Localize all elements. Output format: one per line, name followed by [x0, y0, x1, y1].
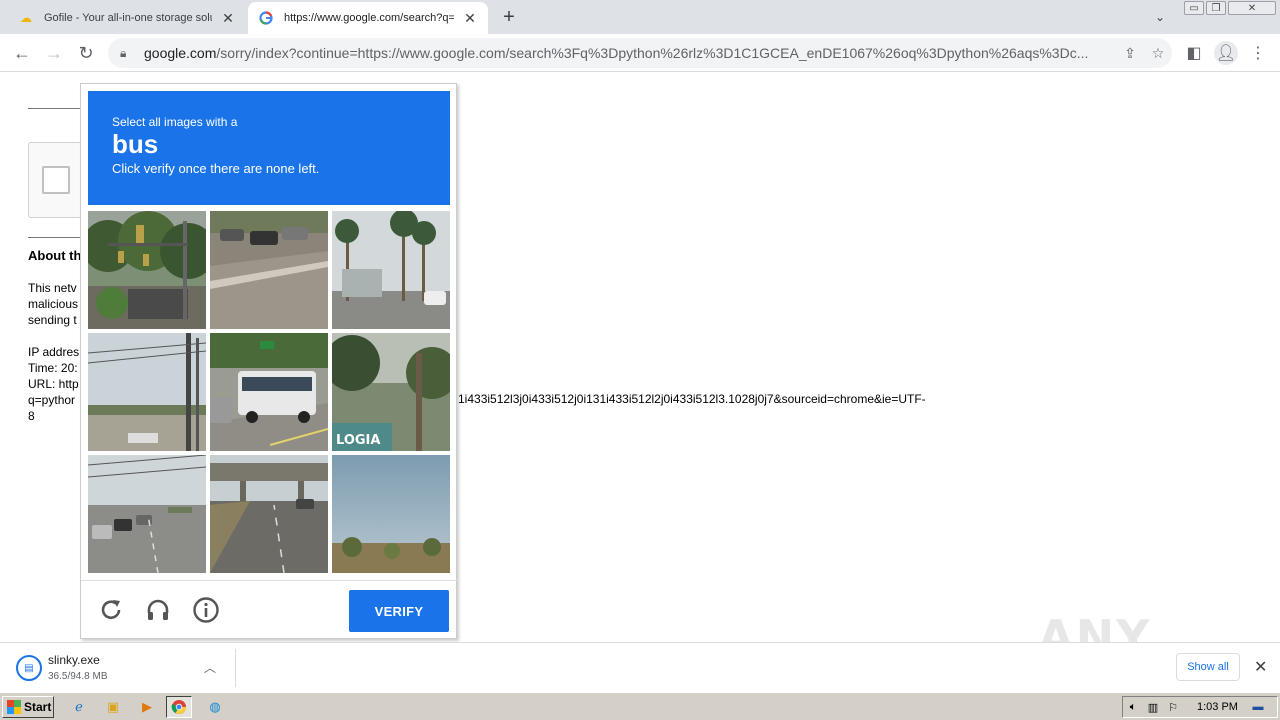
body-text: malicious: [28, 297, 79, 311]
window-close-button[interactable]: ✕: [1228, 1, 1276, 15]
system-tray: 🔈︎ ▥ ⚐ 1:03 PM ▬: [1122, 696, 1278, 718]
captcha-tile-3[interactable]: [332, 211, 450, 329]
body-text: IP addres: [28, 345, 80, 359]
close-icon[interactable]: ✕: [1254, 657, 1267, 677]
tile-image: [88, 455, 206, 573]
kebab-menu-icon[interactable]: ⋮: [1246, 41, 1270, 65]
captcha-tile-2[interactable]: [210, 211, 328, 329]
info-icon[interactable]: [191, 595, 221, 625]
close-icon[interactable]: ✕: [220, 10, 236, 26]
tile-image: [210, 211, 328, 329]
side-panel-icon[interactable]: ◧: [1182, 41, 1206, 65]
reload-icon[interactable]: [96, 595, 126, 625]
restore-button[interactable]: ❐: [1206, 1, 1226, 15]
captcha-tile-4[interactable]: [88, 333, 206, 451]
challenge-header: Select all images with a bus Click verif…: [88, 91, 450, 205]
tab-gofile[interactable]: ☁ Gofile - Your all-in-one storage solut…: [8, 2, 246, 34]
tile-image: [332, 455, 450, 573]
share-icon[interactable]: ⇪: [1116, 45, 1144, 62]
image-grid: LOGIA: [88, 211, 450, 573]
folder-icon[interactable]: ▣: [100, 696, 126, 718]
lock-icon[interactable]: 🔒︎: [120, 46, 134, 61]
tab-google-search[interactable]: https://www.google.com/search?q= ✕: [248, 2, 488, 34]
chevron-up-icon[interactable]: ︿: [204, 659, 216, 676]
speaker-icon[interactable]: 🔈︎: [1123, 701, 1143, 714]
file-icon: ▤: [16, 655, 42, 681]
body-text: This netv: [28, 281, 77, 295]
minimize-button[interactable]: ▭: [1184, 1, 1204, 15]
window-controls: ▭ ❐ ✕: [1184, 1, 1276, 17]
sign-text: LOGIA: [336, 433, 380, 448]
instruction-line: Select all images with a: [112, 115, 238, 129]
about-heading: About th: [28, 248, 82, 263]
recaptcha-challenge: Select all images with a bus Click verif…: [80, 83, 458, 640]
divider: [28, 237, 88, 238]
download-item[interactable]: ▤ slinky.exe 36.5/94.8 MB ︿: [10, 649, 236, 687]
start-button[interactable]: Start: [2, 696, 54, 718]
show-all-button[interactable]: Show all: [1176, 653, 1240, 681]
google-g-icon: [258, 10, 274, 26]
verify-button[interactable]: VERIFY: [349, 590, 449, 632]
download-filename: slinky.exe: [48, 653, 100, 667]
chevron-down-icon[interactable]: ⌄: [1150, 8, 1170, 26]
url-text: google.com/sorry/index?continue=https://…: [144, 45, 1089, 61]
download-bar: ▤ slinky.exe 36.5/94.8 MB ︿ Show all ✕: [0, 642, 1280, 692]
network-icon[interactable]: ▥: [1143, 701, 1163, 714]
profile-avatar-icon[interactable]: 👤︎: [1214, 41, 1238, 65]
body-text: 8: [28, 409, 35, 423]
desktop-icon[interactable]: ▬: [1248, 701, 1268, 713]
browser-toolbar: ← → ↻ 🔒︎ google.com/sorry/index?continue…: [0, 34, 1280, 72]
forward-arrow-icon[interactable]: →: [42, 41, 66, 65]
captcha-tile-5[interactable]: [210, 333, 328, 451]
tile-image: [88, 211, 206, 329]
media-player-icon[interactable]: ▶: [134, 696, 160, 718]
captcha-tile-7[interactable]: [88, 455, 206, 573]
body-text: URL: http: [28, 377, 79, 391]
start-label: Start: [24, 700, 52, 714]
edge-icon[interactable]: ◍: [202, 696, 228, 718]
address-bar[interactable]: 🔒︎ google.com/sorry/index?continue=https…: [108, 38, 1172, 68]
reload-icon[interactable]: ↻: [74, 41, 98, 65]
captcha-tile-8[interactable]: [210, 455, 328, 573]
new-tab-button[interactable]: +: [498, 6, 520, 28]
back-arrow-icon[interactable]: ←: [10, 41, 34, 65]
flag-icon[interactable]: ⚐: [1163, 701, 1183, 714]
chrome-icon[interactable]: [166, 696, 192, 718]
body-text: sending t: [28, 313, 77, 327]
challenge-footer: VERIFY: [81, 580, 458, 640]
recaptcha-checkbox[interactable]: [42, 166, 70, 194]
close-icon[interactable]: ✕: [462, 10, 478, 26]
target-object: bus: [112, 129, 159, 159]
captcha-tile-6[interactable]: LOGIA: [332, 333, 450, 451]
captcha-tile-1[interactable]: [88, 211, 206, 329]
gofile-icon: ☁: [20, 11, 32, 25]
star-icon[interactable]: ☆: [1144, 45, 1172, 62]
instruction-line: Click verify once there are none left.: [112, 161, 320, 176]
tile-image: [210, 333, 328, 451]
tab-title: https://www.google.com/search?q=: [284, 12, 454, 24]
headphones-icon[interactable]: [143, 595, 173, 625]
download-progress: 36.5/94.8 MB: [48, 671, 108, 682]
divider: [28, 108, 88, 109]
tile-image: LOGIA: [332, 333, 450, 451]
tab-title: Gofile - Your all-in-one storage soluti: [44, 12, 212, 24]
tab-strip: ☁ Gofile - Your all-in-one storage solut…: [0, 0, 1280, 34]
url-tail-text: 1i433i512l3j0i433i512j0i131i433i512l2j0i…: [458, 392, 926, 406]
tile-image: [88, 333, 206, 451]
taskbar: Start ℯ ▣ ▶ ◍ 🔈︎ ▥ ⚐ 1:03 PM ▬: [0, 692, 1280, 720]
captcha-tile-9[interactable]: [332, 455, 450, 573]
body-text: q=pythor: [28, 393, 76, 407]
body-text: Time: 20:: [28, 361, 78, 375]
clock: 1:03 PM: [1197, 701, 1238, 713]
tile-image: [332, 211, 450, 329]
tile-image: [210, 455, 328, 573]
windows-logo-icon: [7, 700, 21, 714]
internet-explorer-icon[interactable]: ℯ: [66, 696, 92, 718]
recaptcha-checkbox-widget: [28, 142, 88, 218]
